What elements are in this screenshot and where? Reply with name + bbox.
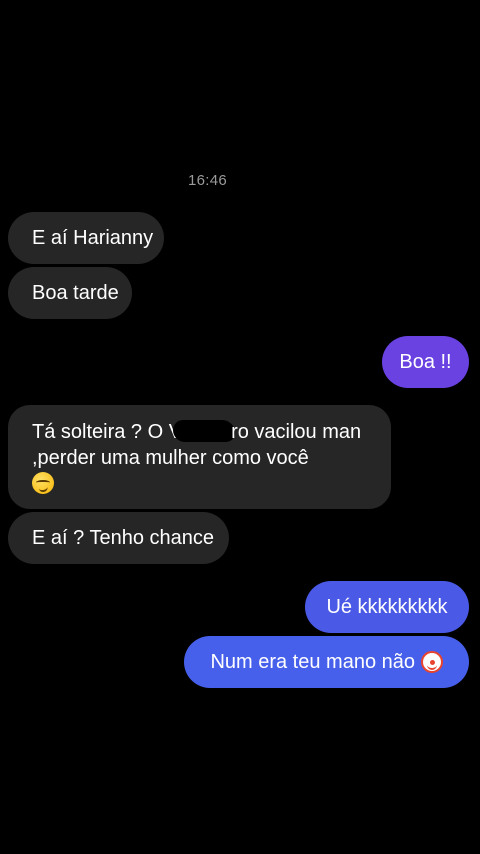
clown-face-emoji-icon bbox=[420, 651, 443, 673]
incoming-message-bubble[interactable]: Tá solteira ? O Vro vacilou man ,perder … bbox=[8, 405, 391, 509]
outgoing-message-bubble[interactable]: Boa !! bbox=[382, 336, 469, 388]
message-text: Ué kkkkkkkkk bbox=[326, 596, 448, 618]
incoming-message-bubble[interactable]: Boa tarde bbox=[8, 267, 132, 319]
incoming-message-bubble[interactable]: E aí Harianny bbox=[8, 212, 164, 264]
message-timestamp: 16:46 bbox=[187, 172, 228, 189]
message-text: Tá solteira ? O V bbox=[32, 421, 183, 443]
outgoing-message-bubble[interactable]: Num era teu mano não bbox=[184, 636, 469, 688]
smirking-face-emoji-icon bbox=[32, 472, 54, 494]
message-text: E aí ? Tenho chance bbox=[32, 527, 214, 549]
message-text: Boa tarde bbox=[32, 282, 119, 304]
message-text: E aí Harianny bbox=[32, 227, 154, 249]
incoming-message-bubble[interactable]: E aí ? Tenho chance bbox=[8, 512, 229, 564]
message-text: Boa !! bbox=[399, 351, 452, 373]
message-text: Num era teu mano não bbox=[210, 651, 415, 673]
outgoing-message-bubble[interactable]: Ué kkkkkkkkk bbox=[305, 581, 469, 633]
redaction-mark bbox=[173, 420, 236, 442]
